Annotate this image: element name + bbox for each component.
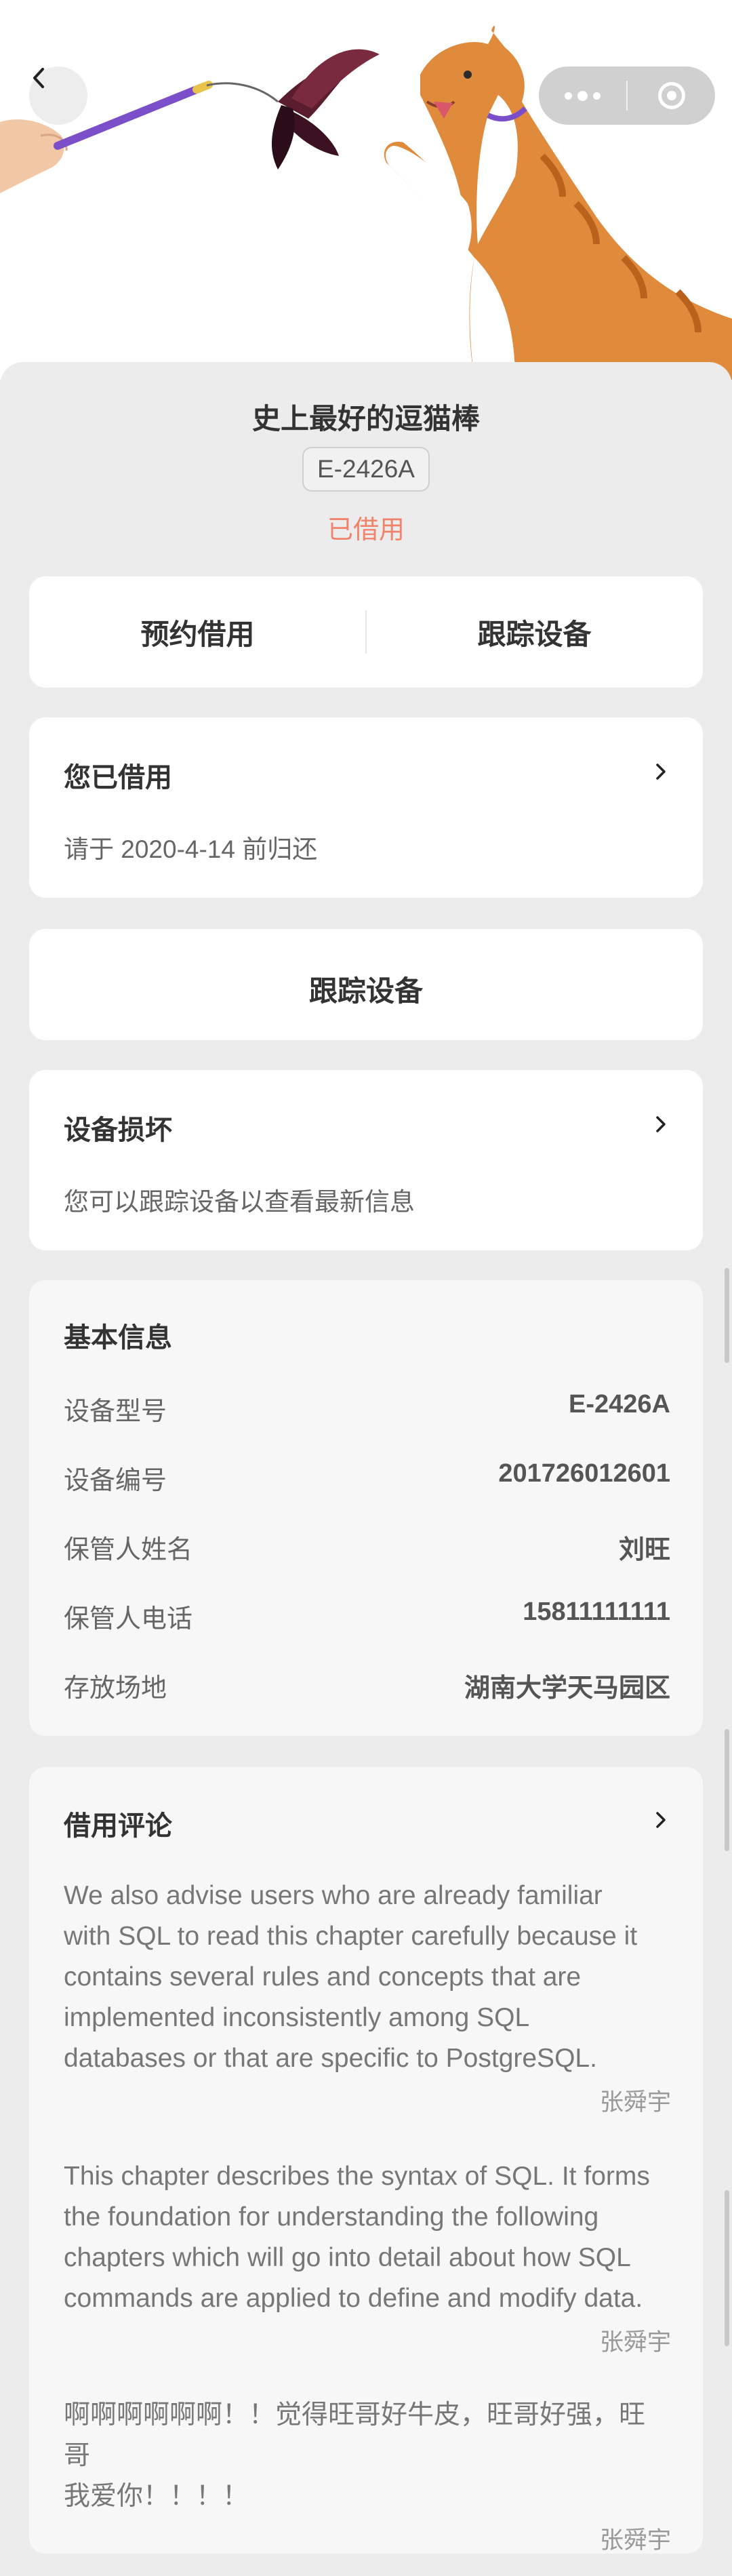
info-value: 刘旺 [618,1536,670,1564]
info-value: 15811111111 [523,1598,670,1626]
comment-text: We also advise users who are already fam… [64,1876,671,2079]
damage-hint: 您可以跟踪设备以查看最新信息 [64,1188,415,1216]
comment-line: 啊啊啊啊啊啊！！觉得旺哥好牛皮，旺哥好强，旺哥 [64,2400,646,2470]
comment-author: 张舜宇 [599,2329,671,2356]
basic-info-title: 基本信息 [64,1323,172,1353]
comment-line: with SQL to read this chapter carefully … [64,1922,638,1951]
info-key: 保管人姓名 [64,1536,193,1564]
more-dots-icon[interactable] [539,66,626,125]
track-device-label: 跟踪设备 [308,975,423,1007]
detail-sheet: 史上最好的逗猫棒 E-2426A 已借用 预约借用 跟踪设备 您已借用 请于 2… [0,362,732,2576]
chevron-right-icon[interactable] [651,1810,670,1829]
reserve-borrow-button[interactable]: 预约借用 [29,576,366,688]
target-circle-icon [657,82,685,109]
cat-toy-illustration [0,26,732,380]
comment-text: 啊啊啊啊啊啊！！觉得旺哥好牛皮，旺哥好强，旺哥 我爱你！！！！ [64,2395,671,2517]
info-row-location: 存放场地 湖南大学天马园区 [64,1667,670,1703]
action-card: 预约借用 跟踪设备 [29,576,703,688]
track-device-button[interactable]: 跟踪设备 [366,576,703,688]
comment-line: databases or that are specific to Postgr… [64,2044,597,2073]
chevron-right-icon [656,1116,666,1132]
info-key: 保管人电话 [64,1605,193,1633]
chevron-left-icon [33,68,44,88]
model-code-badge: E-2426A [302,447,430,492]
hero-image [0,0,732,380]
info-row-keeper-phone: 保管人电话 15811111111 [64,1598,670,1633]
info-key: 设备编号 [64,1467,167,1495]
comment-text: This chapter describes the syntax of SQL… [64,2156,671,2319]
info-key: 存放场地 [64,1674,167,1703]
comment-item: 啊啊啊啊啊啊！！觉得旺哥好牛皮，旺哥好强，旺哥 我爱你！！！！ 张舜宇 [64,2395,671,2556]
info-row-keeper-name: 保管人姓名 刘旺 [64,1528,670,1564]
mini-program-capsule [539,66,715,125]
comments-title: 借用评论 [64,1811,172,1841]
comment-line: implemented inconsistently among SQL [64,2003,530,2032]
damage-card[interactable]: 设备损坏 您可以跟踪设备以查看最新信息 [29,1070,703,1250]
info-value: 湖南大学天马园区 [464,1674,670,1703]
scrollbar-thumb[interactable] [725,2190,729,2346]
info-row-serial: 设备编号 201726012601 [64,1459,670,1495]
info-key: 设备型号 [64,1398,167,1426]
comment-line: commands are applied to define and modif… [64,2284,643,2313]
basic-info-card: 基本信息 设备型号 E-2426A 设备编号 201726012601 保管人姓… [29,1280,703,1736]
damage-title: 设备损坏 [64,1115,172,1145]
comment-line: This chapter describes the syntax of SQL… [64,2162,650,2191]
borrowed-title: 您已借用 [64,763,172,793]
info-row-model: 设备型号 E-2426A [64,1390,670,1426]
back-button[interactable] [29,66,87,125]
comment-line: We also advise users who are already fam… [64,1881,603,1910]
track-device-card[interactable]: 跟踪设备 [29,929,703,1040]
comment-author: 张舜宇 [599,2527,671,2554]
borrowed-card[interactable]: 您已借用 请于 2020-4-14 前归还 [29,717,703,898]
scrollbar-thumb[interactable] [725,1268,729,1363]
info-value: 201726012601 [498,1459,670,1488]
info-value: E-2426A [569,1390,670,1419]
status-label: 已借用 [327,516,405,544]
chevron-right-icon [656,764,666,780]
return-deadline: 请于 2020-4-14 前归还 [64,835,318,863]
comment-line: the foundation for understanding the fol… [64,2202,599,2232]
comment-item: We also advise users who are already fam… [64,1876,671,2118]
close-mini-program-button[interactable] [628,66,715,125]
device-name: 史上最好的逗猫棒 [251,403,480,435]
comments-card: 借用评论 We also advise users who are alread… [29,1767,703,2554]
comment-item: This chapter describes the syntax of SQL… [64,2156,671,2358]
scrollbar-thumb[interactable] [725,1729,729,1851]
comment-author: 张舜宇 [599,2089,671,2116]
comment-line: 我爱你！！！！ [64,2482,249,2511]
comment-line: chapters which will go into detail about… [64,2243,631,2272]
comment-line: contains several rules and concepts that… [64,1962,582,1992]
